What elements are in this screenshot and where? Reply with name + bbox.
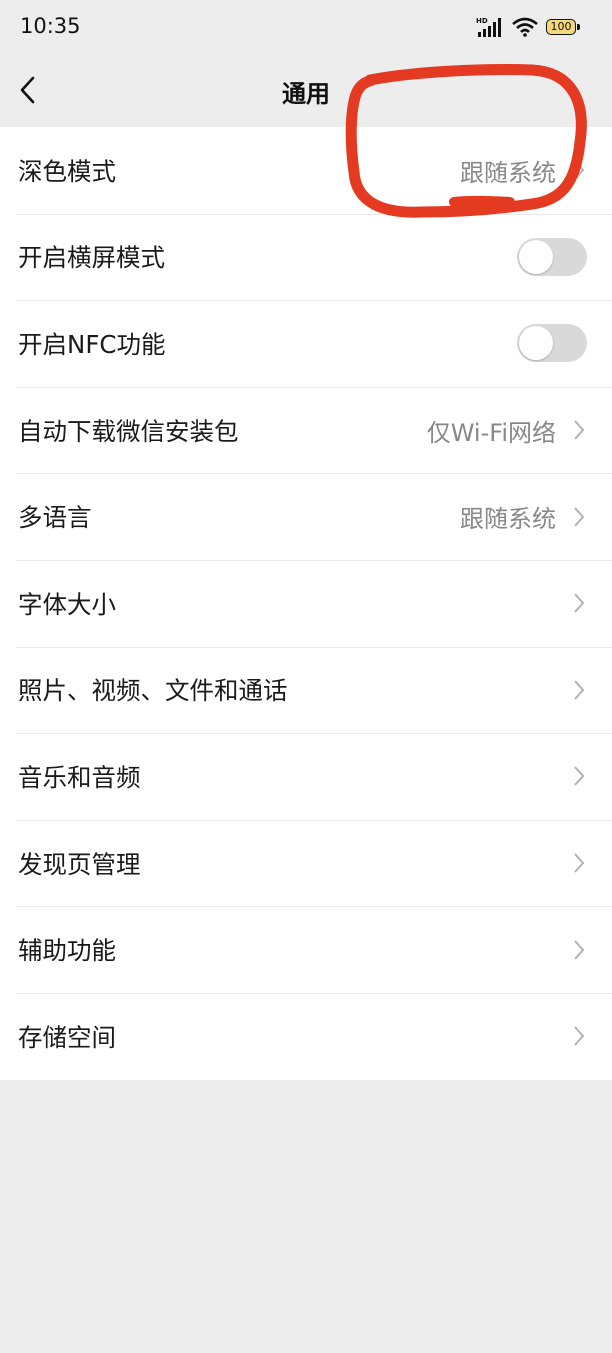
landscape-mode-label: 开启横屏模式 [18, 243, 165, 273]
storage-row[interactable]: 存储空间 [0, 992, 612, 1080]
landscape-mode-row: 开启横屏模式 [0, 213, 612, 301]
dark-mode-row[interactable]: 深色模式 跟随系统 [0, 127, 612, 214]
auto-download-value: 仅Wi-Fi网络 [426, 418, 556, 447]
font-size-row[interactable]: 字体大小 [0, 559, 612, 647]
discover-label: 发现页管理 [18, 849, 141, 879]
language-label: 多语言 [18, 503, 92, 533]
discover-row[interactable]: 发现页管理 [0, 819, 612, 907]
storage-label: 存储空间 [18, 1022, 116, 1052]
music-row[interactable]: 音乐和音频 [0, 733, 612, 820]
landscape-mode-toggle[interactable] [517, 237, 587, 276]
status-bar: 10:35 HD 100 [0, 0, 612, 56]
battery-level: 100 [550, 20, 572, 33]
media-label: 照片、视频、文件和通话 [18, 676, 288, 706]
status-icons: HD 100 [476, 16, 580, 38]
accessibility-row[interactable]: 辅助功能 [0, 906, 612, 993]
language-row[interactable]: 多语言 跟随系统 [0, 473, 612, 560]
accessibility-label: 辅助功能 [18, 936, 116, 966]
chevron-right-icon [574, 420, 585, 440]
media-row[interactable]: 照片、视频、文件和通话 [0, 646, 612, 734]
status-time: 10:35 [20, 14, 81, 38]
auto-download-label: 自动下载微信安装包 [18, 416, 239, 446]
settings-list: 深色模式 跟随系统 开启横屏模式 开启NFC功能 自动下载微信安装包 仅Wi-F… [0, 127, 612, 1080]
signal-icon: HD [476, 17, 501, 37]
chevron-right-icon [574, 507, 585, 527]
nfc-label: 开启NFC功能 [18, 329, 166, 359]
chevron-right-icon [574, 680, 585, 700]
chevron-right-icon [574, 160, 585, 180]
toggle-knob [519, 239, 553, 274]
chevron-right-icon [574, 766, 585, 787]
chevron-right-icon [574, 853, 585, 873]
toggle-knob [519, 326, 553, 361]
chevron-right-icon [574, 939, 585, 960]
wifi-icon [512, 17, 538, 37]
music-label: 音乐和音频 [18, 762, 141, 792]
language-value: 跟随系统 [460, 505, 556, 534]
dark-mode-value: 跟随系统 [460, 158, 556, 187]
chevron-right-icon [574, 593, 585, 613]
network-badge: HD [476, 17, 488, 25]
auto-download-row[interactable]: 自动下载微信安装包 仅Wi-Fi网络 [0, 386, 612, 474]
dark-mode-label: 深色模式 [18, 156, 116, 186]
nfc-row: 开启NFC功能 [0, 300, 612, 387]
page-title: 通用 [282, 80, 330, 108]
nfc-toggle[interactable] [517, 324, 587, 363]
battery-icon: 100 [546, 19, 580, 35]
navigation-bar: 通用 [0, 56, 612, 126]
chevron-right-icon [574, 1026, 585, 1046]
font-size-label: 字体大小 [18, 589, 116, 619]
